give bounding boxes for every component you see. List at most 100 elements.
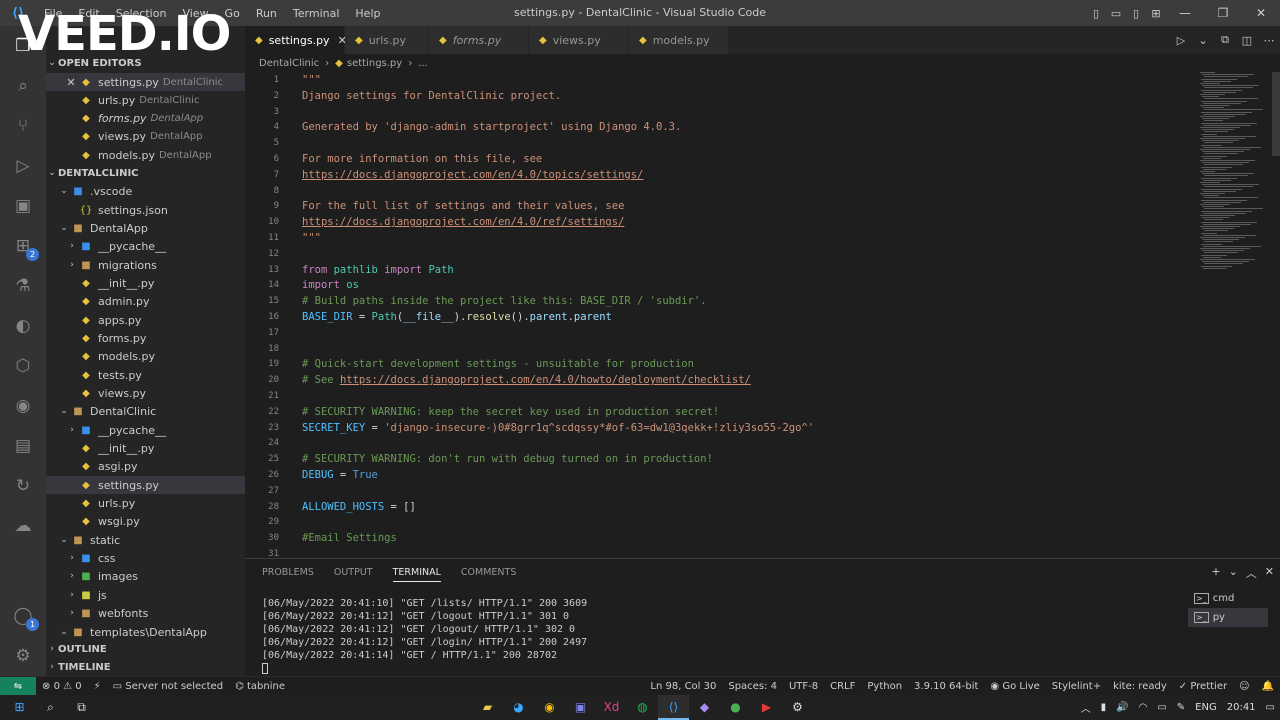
file-explorer-icon[interactable]: ▰ [472, 695, 503, 720]
folder-item[interactable]: › ■ webfonts [46, 604, 245, 622]
code-line[interactable]: 10 https://docs.djangoproject.com/en/4.0/… [245, 214, 1205, 230]
start-windows-icon[interactable]: ⊞ [4, 695, 35, 720]
menu-terminal[interactable]: Terminal [285, 7, 348, 20]
outline-header[interactable]: › OUTLINE [46, 640, 245, 658]
file-item-selected[interactable]: ◆ settings.py [46, 476, 245, 494]
code-line[interactable]: 30 #Email Settings [245, 530, 1205, 546]
folder-item[interactable]: › ■ css [46, 549, 245, 567]
code-line[interactable]: 19 # Quick-start development settings - u… [245, 356, 1205, 372]
editor-scrollbar[interactable] [1272, 72, 1280, 156]
file-item[interactable]: ◆ urls.py [46, 494, 245, 512]
folder-item[interactable]: ⌄ ■ .vscode [46, 182, 245, 200]
folder-item[interactable]: ⌄ ■ DentalClinic [46, 402, 245, 420]
accounts-icon[interactable]: ◯ 1 [0, 598, 46, 634]
project-header[interactable]: ⌄ DENTALCLINIC [46, 164, 245, 182]
terminal-cmd[interactable]: >_ cmd [1188, 589, 1268, 608]
more-actions-icon[interactable]: ⋯ [1258, 34, 1280, 47]
go-live[interactable]: ◉ Go Live [984, 681, 1045, 692]
code-line[interactable]: 3 [245, 104, 1205, 120]
notifications-icon[interactable]: 🔔 [1256, 681, 1280, 692]
pen-icon[interactable]: ✎ [1172, 702, 1190, 713]
toggle-secondary-sidebar-icon[interactable]: ▯ [1126, 7, 1146, 20]
file-item[interactable]: ◆ wsgi.py [46, 512, 245, 530]
folder-item[interactable]: › ■ js [46, 586, 245, 604]
terminal-py[interactable]: >_ py [1188, 608, 1268, 627]
remote-explorer-icon[interactable]: ▣ [0, 188, 46, 224]
code-line[interactable]: 27 [245, 483, 1205, 499]
network-icon[interactable]: ▭ [1152, 702, 1171, 713]
battery-icon[interactable]: ▮ [1096, 702, 1112, 713]
toggle-sidebar-icon[interactable]: ▯ [1086, 7, 1106, 20]
vscode-taskbar-icon[interactable]: ⟨⟩ [658, 695, 689, 720]
maximize-panel-icon[interactable]: ︿ [1246, 565, 1257, 581]
code-line[interactable]: 6 For more information on this file, see [245, 151, 1205, 167]
split-editor-icon[interactable]: ◫ [1236, 34, 1258, 47]
code-line[interactable]: 26 DEBUG = True [245, 467, 1205, 483]
tab-forms[interactable]: ◆ forms.py [429, 26, 529, 54]
database-icon[interactable]: ▤ [0, 428, 46, 464]
youtube-icon[interactable]: ▶ [751, 695, 782, 720]
lightning-icon[interactable]: ⚡ [88, 681, 107, 692]
open-editor-item[interactable]: ◆ models.py DentalApp [46, 146, 245, 164]
search-icon[interactable]: ⌕ [0, 68, 46, 104]
task-view-icon[interactable]: ⧉ [66, 695, 97, 720]
feedback-icon[interactable]: ☺ [1233, 681, 1255, 692]
code-line[interactable]: 31 [245, 546, 1205, 558]
cursor-position[interactable]: Ln 98, Col 30 [644, 681, 722, 692]
docker-icon[interactable]: ⬡ [0, 348, 46, 384]
code-line[interactable]: 17 [245, 325, 1205, 341]
tab-problems[interactable]: PROBLEMS [262, 567, 314, 582]
tab-urls[interactable]: ◆ urls.py [345, 26, 429, 54]
code-line[interactable]: 18 [245, 341, 1205, 357]
file-item[interactable]: ◆ models.py [46, 347, 245, 365]
edge-tools-icon[interactable]: ◐ [0, 308, 46, 344]
minimap[interactable] [1200, 72, 1270, 272]
edge-icon[interactable]: ◕ [503, 695, 534, 720]
extensions-icon[interactable]: ⊞ 2 [0, 228, 46, 264]
file-item[interactable]: ◆ tests.py [46, 366, 245, 384]
tab-views[interactable]: ◆ views.py [529, 26, 629, 54]
code-line[interactable]: 16 BASE_DIR = Path(__file__).resolve().pa… [245, 309, 1205, 325]
folder-item[interactable]: ⌄ ■ templates\DentalApp [46, 623, 245, 641]
open-editor-item[interactable]: ◆ forms.py DentalApp [46, 109, 245, 127]
open-editor-item[interactable]: ✕ ◆ settings.py DentalClinic [46, 73, 245, 91]
folder-item[interactable]: › ■ __pycache__ [46, 237, 245, 255]
toggle-panel-icon[interactable]: ▭ [1106, 7, 1126, 20]
customize-layout-icon[interactable]: ⊞ [1146, 7, 1166, 20]
live-share-icon[interactable]: ↻ [0, 468, 46, 504]
menu-run[interactable]: Run [248, 7, 285, 20]
problems-status[interactable]: ⊗ 0 ⚠ 0 [36, 681, 88, 692]
menu-help[interactable]: Help [347, 7, 388, 20]
language-mode[interactable]: Python [861, 681, 908, 692]
file-item[interactable]: {} settings.json [46, 201, 245, 219]
code-line[interactable]: 5 [245, 135, 1205, 151]
code-line[interactable]: 25 # SECURITY WARNING: don't run with deb… [245, 451, 1205, 467]
stylelint[interactable]: Stylelint+ [1046, 681, 1107, 692]
indentation[interactable]: Spaces: 4 [722, 681, 783, 692]
run-file-icon[interactable]: ▷ [1170, 34, 1192, 47]
file-item[interactable]: ◆ forms.py [46, 329, 245, 347]
code-line[interactable]: 8 [245, 183, 1205, 199]
wifi-icon[interactable]: ◠ [1134, 702, 1153, 713]
encoding[interactable]: UTF-8 [783, 681, 824, 692]
breadcrumb-folder[interactable]: DentalClinic [259, 58, 319, 69]
tab-terminal[interactable]: TERMINAL [392, 567, 441, 582]
folder-item[interactable]: › ■ __pycache__ [46, 421, 245, 439]
xd-icon[interactable]: Xd [596, 695, 627, 720]
folder-item[interactable]: ⌄ ■ DentalApp [46, 219, 245, 237]
code-line[interactable]: 11 """ [245, 230, 1205, 246]
code-line[interactable]: 24 [245, 435, 1205, 451]
volume-icon[interactable]: 🔊 [1111, 702, 1133, 713]
chevron-down-icon[interactable]: ⌄ [1229, 565, 1238, 581]
folder-item[interactable]: › ■ images [46, 567, 245, 585]
source-control-icon[interactable]: ⑂ [0, 108, 46, 144]
folder-item[interactable]: ⌄ ■ static [46, 531, 245, 549]
chevron-down-icon[interactable]: ⌄ [1192, 34, 1214, 47]
maximize-button[interactable]: ❐ [1204, 6, 1242, 20]
code-line[interactable]: 1 """ [245, 72, 1205, 88]
testing-icon[interactable]: ⚗ [0, 268, 46, 304]
close-icon[interactable]: ✕ [64, 76, 78, 89]
kite-status[interactable]: kite: ready [1107, 681, 1173, 692]
settings-icon[interactable]: ⚙ [782, 695, 813, 720]
open-editor-item[interactable]: ◆ views.py DentalApp [46, 127, 245, 145]
